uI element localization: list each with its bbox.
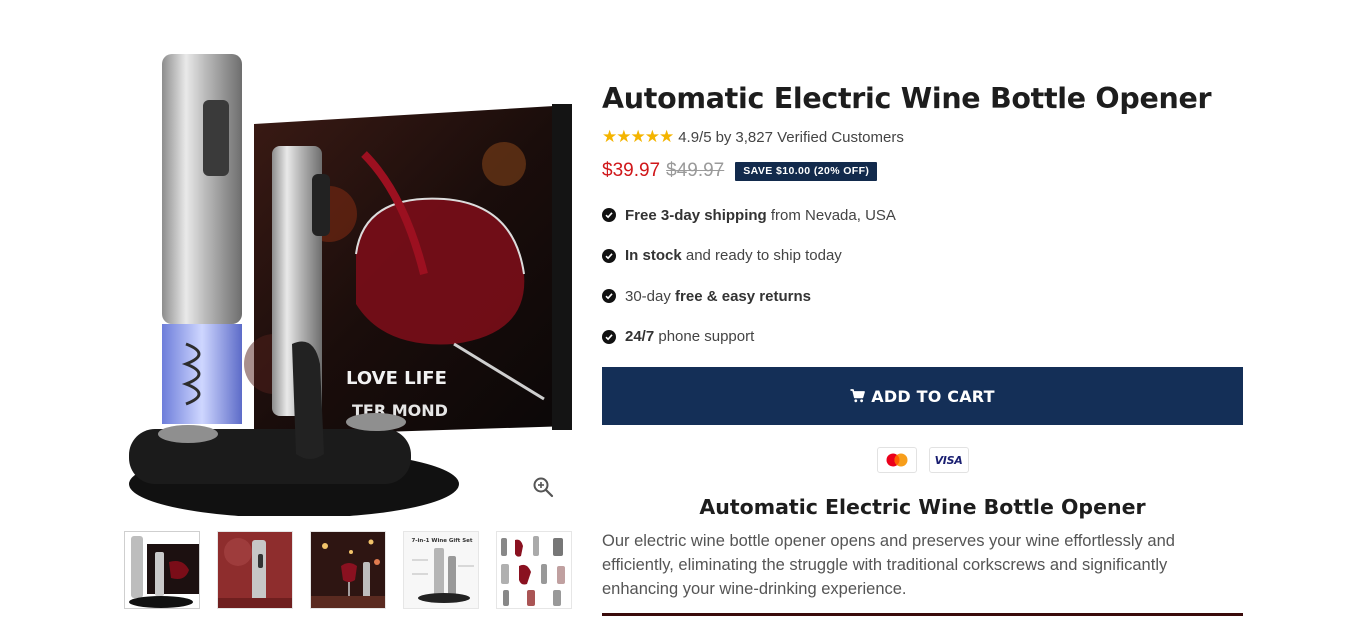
visa-icon: VISA	[928, 447, 969, 473]
thumbnail-strip: 7-in-1 Wine Gift Set	[124, 531, 572, 609]
thumbnail-2[interactable]	[217, 531, 293, 609]
price-row: $39.97 $49.97 SAVE $10.00 (20% OFF)	[602, 160, 1243, 182]
thumbnail-3[interactable]	[310, 531, 386, 609]
rating-by: by	[715, 128, 732, 146]
feature-text: 30-day free & easy returns	[625, 287, 811, 305]
feature-text: 24/7 phone support	[625, 328, 755, 346]
feature-item: 24/7 phone support	[602, 317, 1243, 358]
description-body: Our electric wine bottle opener opens an…	[602, 532, 1175, 598]
add-to-cart-button[interactable]: ADD TO CART	[602, 367, 1243, 425]
thumbnail-5-image	[497, 532, 571, 608]
product-title: Automatic Electric Wine Bottle Opener	[602, 82, 1212, 115]
main-image-illustration: LOVE LIFE TER MOND	[129, 54, 572, 516]
rating-review-count: 3,827 Verified Customers	[735, 128, 904, 146]
price-original: $49.97	[666, 160, 725, 181]
thumbnail-4[interactable]: 7-in-1 Wine Gift Set	[403, 531, 479, 609]
zoom-in-icon[interactable]	[532, 476, 554, 498]
save-badge: SAVE $10.00 (20% OFF)	[735, 161, 878, 181]
check-circle-icon	[602, 329, 616, 344]
cart-icon	[850, 389, 866, 403]
thumbnail-4-label: 7-in-1 Wine Gift Set	[411, 538, 472, 544]
feature-item: 30-day free & easy returns	[602, 276, 1243, 317]
add-to-cart-label: ADD TO CART	[871, 386, 995, 406]
star-rating-icon: ★★★★★	[602, 127, 674, 146]
feature-item: Free 3-day shipping from Nevada, USA	[602, 195, 1243, 236]
feature-list: Free 3-day shipping from Nevada, USA In …	[602, 195, 1243, 357]
thumbnail-2-image	[218, 532, 292, 608]
description-title: Automatic Electric Wine Bottle Opener	[699, 495, 1146, 519]
check-circle-icon	[602, 289, 616, 304]
check-circle-icon	[602, 248, 616, 263]
section-divider	[602, 613, 1243, 616]
product-info: Automatic Electric Wine Bottle Opener ★★…	[602, 80, 1243, 601]
feature-text: Free 3-day shipping from Nevada, USA	[625, 206, 896, 224]
visa-label: VISA	[934, 453, 963, 467]
product-gallery: LOVE LIFE TER MOND	[124, 44, 572, 516]
payment-methods: VISA	[602, 447, 1243, 473]
rating-row[interactable]: ★★★★★ 4.9/5 by 3,827 Verified Customers	[602, 127, 1243, 146]
thumbnail-5[interactable]	[496, 531, 572, 609]
price-current: $39.97	[602, 160, 661, 181]
mastercard-icon	[876, 447, 917, 473]
main-product-image[interactable]: LOVE LIFE TER MOND	[124, 44, 572, 516]
box-text: LOVE LIFE	[346, 368, 447, 389]
thumbnail-1-image	[125, 532, 199, 608]
thumbnail-4-image: 7-in-1 Wine Gift Set	[404, 532, 478, 608]
feature-item: In stock and ready to ship today	[602, 236, 1243, 277]
thumbnail-3-image	[311, 532, 385, 608]
rating-score: 4.9/5	[678, 128, 712, 146]
thumbnail-1[interactable]	[124, 531, 200, 609]
feature-text: In stock and ready to ship today	[625, 247, 842, 265]
check-circle-icon	[602, 208, 616, 223]
